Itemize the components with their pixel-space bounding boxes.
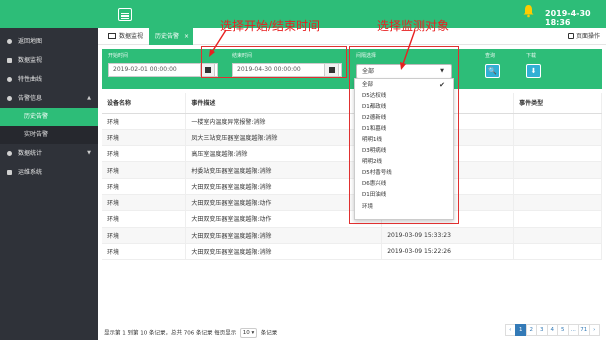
table-cell: 2019-03-09 15:22:26 <box>381 243 515 261</box>
tab-bar: 数据监视 历史告警 × 页面操作 <box>98 28 606 45</box>
tab-history-alarm[interactable]: 历史告警 × <box>149 28 194 45</box>
pagination-next-button[interactable]: › <box>588 324 600 336</box>
sidebar-item-curves[interactable]: 特性曲线 <box>0 70 98 89</box>
pagination-info: 显示第 1 到第 10 条记录，总共 706 条记录 每页显示 10 ▾ 条记录 <box>104 328 277 339</box>
sidebar-item-label: 特性曲线 <box>18 76 43 83</box>
sidebar-subitem-history-alarm[interactable]: 历史告警 <box>0 108 98 126</box>
chart-icon <box>7 151 12 156</box>
table-cell <box>513 161 602 179</box>
page-op-label: 页面操作 <box>575 33 600 40</box>
settings-icon <box>567 33 574 39</box>
app-window: 2019-4-30 18:36 返回地图 数据监视 特性曲线 告警信息 ▲ 历史… <box>0 0 609 357</box>
table-cell <box>513 178 602 195</box>
table-cell: 2019-03-09 15:33:23 <box>381 227 515 244</box>
table-row[interactable]: 环境 大田双变压器室温度越限:消除 2019-03-09 15:22:26 <box>102 243 602 261</box>
monitor-icon <box>108 33 116 39</box>
table-cell: 环境 <box>102 145 187 163</box>
table-cell <box>513 227 602 244</box>
tab-label: 历史告警 <box>155 33 180 40</box>
table-cell: 环境 <box>102 129 187 147</box>
gear-icon <box>7 96 12 101</box>
annotation-box-time <box>201 46 347 78</box>
table-cell: 大田双变压器室温度越限:消除 <box>185 243 383 261</box>
sidebar-item-label: 返回地图 <box>18 38 43 45</box>
table-cell <box>513 113 602 130</box>
close-icon[interactable]: × <box>184 28 189 45</box>
pagination: ‹ 1 2 3 4 5... 71 › <box>504 324 600 336</box>
annotation-target-label: 选择监测对象 <box>377 19 450 33</box>
table-cell: 环境 <box>102 178 187 195</box>
column-header-device[interactable]: 设备名称 <box>102 93 187 114</box>
pagination-info-text: 显示第 1 到第 10 条记录，总共 706 条记录 每页显示 <box>104 330 237 337</box>
table-row[interactable]: 环境 大田双变压器室温度越限:消除 2019-03-09 15:33:23 <box>102 227 602 244</box>
sidebar-item-label: 运维系统 <box>18 169 43 176</box>
search-button[interactable]: 🔍 <box>485 64 500 78</box>
list-icon <box>7 170 12 175</box>
sidebar-subitem-realtime-alarm[interactable]: 实时告警 <box>0 126 98 144</box>
column-header-event-type[interactable]: 事件类型 <box>513 93 602 114</box>
pagination-info-suffix: 条记录 <box>260 330 278 337</box>
bottom-margin <box>0 340 609 357</box>
sidebar-item-label: 数据监视 <box>18 57 43 64</box>
table-cell: 大田双变压器室温度越限:消除 <box>185 227 383 244</box>
chevron-down-icon: ▼ <box>87 150 91 156</box>
annotation-box-target <box>349 46 459 224</box>
chevron-up-icon: ▲ <box>87 95 91 101</box>
sidebar-item-ops-system[interactable]: 运维系统 <box>0 163 98 182</box>
circle-icon <box>7 39 12 44</box>
sidebar-item-back-to-map[interactable]: 返回地图 <box>0 32 98 51</box>
download-button[interactable]: ⬇ <box>526 64 541 78</box>
tab-data-monitor[interactable]: 数据监视 <box>102 28 149 45</box>
table-cell: 环境 <box>102 161 187 179</box>
query-label: 查询 <box>485 53 496 59</box>
table-cell <box>513 210 602 228</box>
annotation-time-label: 选择开始/结束时间 <box>220 19 321 33</box>
table-cell: 环境 <box>102 113 187 130</box>
table-cell <box>513 129 602 147</box>
sidebar-item-label: 告警信息 <box>18 95 43 102</box>
menu-toggle-button[interactable] <box>118 8 132 21</box>
table-cell <box>513 243 602 261</box>
sidebar-item-alarm-info[interactable]: 告警信息 ▲ <box>0 89 98 108</box>
sidebar: 返回地图 数据监视 特性曲线 告警信息 ▲ 历史告警 实时告警 数据统计 ▼ 运… <box>0 28 98 340</box>
sidebar-item-statistics[interactable]: 数据统计 ▼ <box>0 144 98 163</box>
search-icon: 🔍 <box>488 67 497 75</box>
sidebar-item-label: 数据统计 <box>18 150 43 157</box>
table-cell: 环境 <box>102 243 187 261</box>
table-cell: 环境 <box>102 227 187 244</box>
download-label: 下载 <box>526 53 537 59</box>
gear-icon <box>7 77 12 82</box>
page-operations-button[interactable]: 页面操作 <box>567 28 600 45</box>
table-cell: 环境 <box>102 210 187 228</box>
sidebar-item-data-monitor[interactable]: 数据监视 <box>0 51 98 70</box>
tab-label: 数据监视 <box>119 33 144 40</box>
table-cell: 环境 <box>102 194 187 212</box>
page-length-select[interactable]: 10 ▾ <box>240 328 257 338</box>
table-cell <box>513 145 602 163</box>
download-icon: ⬇ <box>530 67 537 75</box>
top-datetime: 2019-4-30 18:36 <box>545 9 591 27</box>
monitor-icon <box>7 58 12 63</box>
table-cell <box>513 194 602 212</box>
bell-icon[interactable] <box>523 4 534 18</box>
start-time-label: 开始时间 <box>108 53 129 59</box>
